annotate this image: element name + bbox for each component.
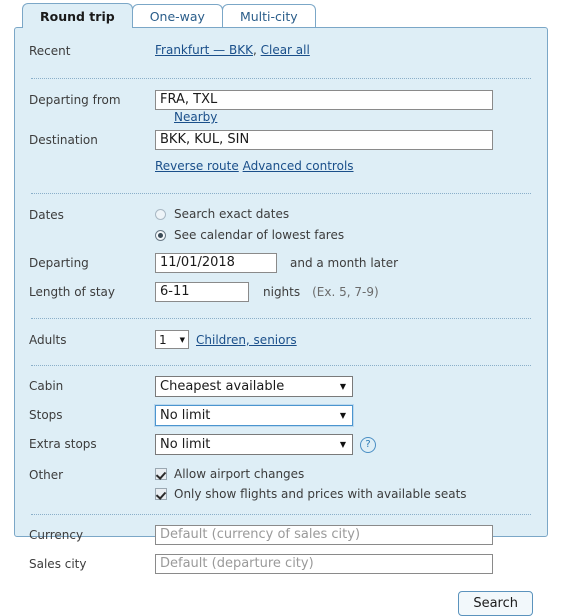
- children-seniors-link[interactable]: Children, seniors: [196, 333, 297, 347]
- trip-type-tabs: Round trip One-way Multi-city: [0, 0, 562, 28]
- recent-label: Recent: [29, 44, 71, 58]
- extra-stops-label: Extra stops: [29, 437, 97, 451]
- destination-input[interactable]: [155, 130, 493, 150]
- nearby-link[interactable]: Nearby: [174, 110, 217, 124]
- extra-stops-select[interactable]: No limit ▼: [155, 434, 353, 455]
- stops-label: Stops: [29, 408, 63, 422]
- extra-stops-row: Extra stops No limit ▼ ?: [29, 428, 533, 457]
- departing-from-label: Departing from: [29, 93, 121, 107]
- clear-all-link[interactable]: Clear all: [261, 43, 310, 57]
- available-seats-row[interactable]: Only show flights and prices with availa…: [155, 485, 533, 503]
- chevron-down-icon: ▼: [339, 381, 346, 391]
- available-seats-label: Only show flights and prices with availa…: [174, 487, 467, 501]
- sales-city-label: Sales city: [29, 557, 87, 571]
- other-options-label: Other: [29, 468, 64, 482]
- tab-round-trip-label: Round trip: [40, 9, 115, 24]
- radio-calendar-lowest-fares[interactable]: [155, 229, 166, 241]
- flight-search-form: Round trip One-way Multi-city Recent Fra…: [0, 0, 562, 616]
- length-of-stay-hint: (Ex. 5, 7-9): [312, 285, 379, 299]
- cabin-select[interactable]: Cheapest available ▼: [155, 376, 353, 397]
- tab-round-trip[interactable]: Round trip: [22, 3, 133, 28]
- option-calendar-lowest-fares[interactable]: See calendar of lowest fares: [155, 226, 533, 244]
- search-panel: Recent Frankfurt — BKK, Clear all Depart…: [14, 27, 548, 616]
- radio-exact-dates[interactable]: [155, 208, 166, 220]
- sales-city-input[interactable]: [155, 554, 493, 574]
- adults-label: Adults: [29, 333, 67, 347]
- departing-date-label: Departing: [29, 256, 89, 270]
- destination-label: Destination: [29, 133, 98, 147]
- departing-date-suffix: and a month later: [290, 256, 399, 270]
- allow-airport-changes-label: Allow airport changes: [174, 467, 305, 481]
- tab-one-way-label: One-way: [149, 9, 205, 24]
- dates-row: Dates Search exact dates See calendar of…: [29, 194, 533, 244]
- currency-row: Currency: [29, 515, 533, 548]
- stops-select[interactable]: No limit ▼: [155, 405, 353, 426]
- stops-select-value: No limit: [160, 408, 211, 423]
- recent-search-link[interactable]: Frankfurt — BKK: [155, 43, 253, 57]
- option-exact-dates[interactable]: Search exact dates: [155, 205, 533, 223]
- departing-date-input[interactable]: [155, 253, 277, 273]
- cabin-select-value: Cheapest available: [160, 379, 285, 394]
- chevron-down-icon: ▼: [179, 335, 185, 344]
- currency-label: Currency: [29, 528, 84, 542]
- option-calendar-lowest-fares-label: See calendar of lowest fares: [174, 228, 345, 242]
- cabin-row: Cabin Cheapest available ▼: [29, 366, 533, 399]
- extra-stops-select-value: No limit: [160, 437, 211, 452]
- adults-select[interactable]: 1 ▼: [155, 330, 189, 349]
- length-of-stay-row: Length of stay nights (Ex. 5, 7-9): [29, 276, 533, 305]
- sales-city-row: Sales city: [29, 548, 533, 577]
- length-of-stay-label: Length of stay: [29, 285, 115, 299]
- help-icon[interactable]: ?: [360, 436, 376, 453]
- reverse-route-link[interactable]: Reverse route: [155, 159, 239, 173]
- advanced-controls-link[interactable]: Advanced controls: [243, 159, 354, 173]
- chevron-down-icon: ▼: [339, 439, 346, 449]
- departing-from-row: Departing from Nearby: [29, 79, 533, 124]
- recent-row: Recent Frankfurt — BKK, Clear all: [29, 28, 533, 64]
- available-seats-checkbox[interactable]: [155, 488, 167, 500]
- dates-label: Dates: [29, 208, 64, 222]
- route-links-spacer: [29, 159, 155, 162]
- departing-date-row: Departing and a month later: [29, 244, 533, 276]
- tab-one-way[interactable]: One-way: [131, 4, 223, 28]
- adults-select-value: 1: [159, 332, 167, 347]
- length-of-stay-input[interactable]: [155, 282, 249, 302]
- option-exact-dates-label: Search exact dates: [174, 207, 290, 221]
- currency-input[interactable]: [155, 525, 493, 545]
- destination-row: Destination: [29, 124, 533, 153]
- nights-label: nights: [263, 285, 301, 299]
- tab-multi-city-label: Multi-city: [239, 9, 298, 24]
- recent-separator: ,: [252, 43, 257, 57]
- allow-airport-changes-row[interactable]: Allow airport changes: [155, 465, 533, 483]
- chevron-down-icon: ▼: [339, 410, 346, 420]
- other-options-row: Other Allow airport changes Only show fl…: [29, 457, 533, 503]
- route-links-row: Reverse route Advanced controls: [29, 153, 533, 182]
- tab-multi-city[interactable]: Multi-city: [221, 4, 316, 28]
- stops-row: Stops No limit ▼: [29, 399, 533, 428]
- actions-row: Search: [29, 577, 533, 616]
- cabin-label: Cabin: [29, 379, 64, 393]
- allow-airport-changes-checkbox[interactable]: [155, 468, 167, 480]
- departing-from-input[interactable]: [155, 90, 493, 110]
- search-button[interactable]: Search: [458, 591, 533, 616]
- adults-row: Adults 1 ▼ Children, seniors: [29, 319, 533, 353]
